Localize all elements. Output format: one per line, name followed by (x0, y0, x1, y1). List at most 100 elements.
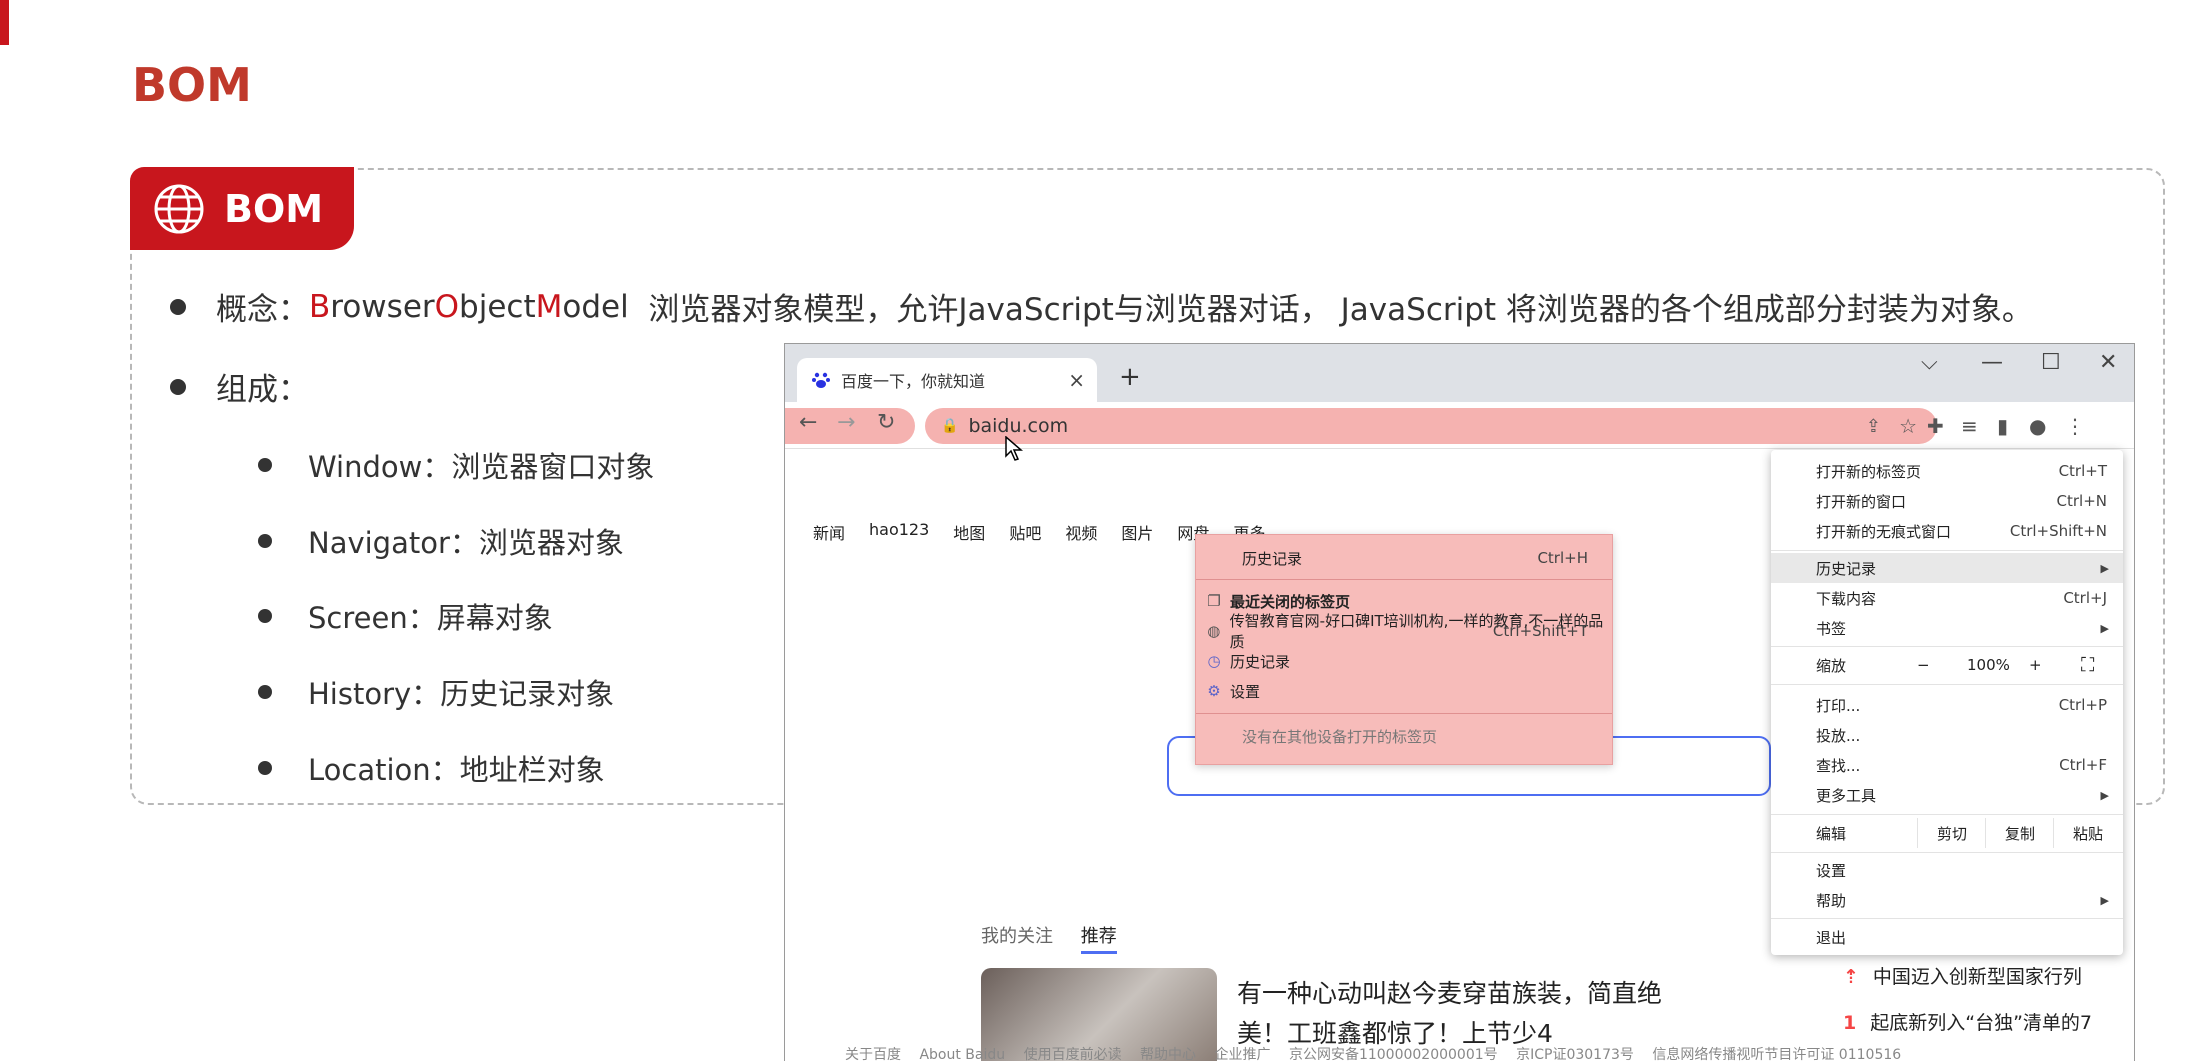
menu-label: 打开新的窗口 (1816, 492, 1907, 511)
footer-link[interactable]: 信息网络传播视听节目许可证 0110516 (1652, 1047, 1901, 1061)
bookmark-star-icon[interactable]: ☆ (1899, 414, 1917, 438)
footer-link[interactable]: About Baidu (919, 1047, 1005, 1061)
menu-label: 打开新的标签页 (1816, 462, 1922, 481)
minimize-icon[interactable]: — (1981, 350, 2003, 375)
reading-list-icon[interactable]: ≡ (1961, 414, 1978, 438)
history-item[interactable]: ◷ 历史记录 (1196, 646, 1612, 676)
menu-more-tools[interactable]: 更多工具 ▶ (1771, 780, 2123, 810)
submenu-arrow-icon: ▶ (2100, 621, 2109, 635)
zoom-out-button[interactable]: − (1917, 656, 1930, 674)
baidu-footer: 关于百度 About Baidu 使用百度前必读 帮助中心 企业推广 京公网安备… (845, 1044, 1915, 1061)
menu-label: 查找... (1816, 756, 1861, 775)
reload-icon[interactable]: ↻ (877, 410, 895, 435)
baidu-nav-news[interactable]: 新闻 (813, 520, 845, 544)
window-close-icon[interactable]: ✕ (2099, 350, 2117, 375)
no-devices-label: 没有在其他设备打开的标签页 (1242, 727, 1438, 746)
side-panel-icon[interactable]: ▮ (1997, 414, 2008, 438)
maximize-icon[interactable]: ☐ (2041, 350, 2061, 375)
corner-accent-bar (0, 0, 9, 45)
menu-help[interactable]: 帮助 ▶ (1771, 885, 2123, 915)
extensions-icon[interactable]: ✚ (1927, 414, 1944, 438)
component-item: History：历史记录对象 (258, 671, 614, 713)
footer-link[interactable]: 帮助中心 (1140, 1047, 1196, 1061)
gear-icon: ⚙ (1207, 682, 1221, 700)
share-icon[interactable]: ⇪ (1866, 416, 1881, 437)
menu-history[interactable]: 历史记录 ▶ (1771, 553, 2123, 583)
address-bar[interactable]: 🔒 baidu.com ⇪ ☆ (925, 408, 1937, 444)
bullet-dot (258, 458, 272, 472)
footer-link[interactable]: 使用百度前必读 (1024, 1047, 1122, 1061)
menu-find[interactable]: 查找... Ctrl+F (1771, 750, 2123, 780)
bullet-dot (258, 761, 272, 775)
more-menu-icon[interactable]: ⋮ (2065, 414, 2085, 438)
shortcut-label: Ctrl+J (2063, 589, 2107, 607)
menu-settings[interactable]: 设置 (1771, 855, 2123, 885)
shortcut-label: Ctrl+Shift+T (1492, 622, 1588, 640)
nav-buttons: ← → ↻ (785, 408, 915, 444)
hot-list-item[interactable]: ⇡ 中国迈入创新型国家行列 (1843, 962, 2082, 989)
copy-button[interactable]: 复制 (1985, 818, 2054, 848)
menu-label: 编辑 (1816, 824, 1847, 843)
menu-new-window[interactable]: 打开新的窗口 Ctrl+N (1771, 486, 2123, 516)
tab-recommend[interactable]: 推荐 (1080, 926, 1117, 954)
shortcut-label: Ctrl+T (2058, 462, 2107, 480)
concept-prefix: 概念： (216, 292, 309, 328)
back-arrow-icon[interactable]: ← (799, 410, 817, 435)
word-odel: odel (562, 288, 629, 325)
tab-my-follow[interactable]: 我的关注 (981, 926, 1053, 947)
profile-icon[interactable]: ● (2029, 414, 2046, 438)
hot-list-item[interactable]: 1 起底新列入“台独”清单的7 (1843, 1008, 2092, 1035)
menu-bookmarks[interactable]: 书签 ▶ (1771, 613, 2123, 643)
footer-link[interactable]: 京公网安备11000002000001号 (1289, 1047, 1498, 1061)
baidu-paw-icon (812, 372, 830, 388)
box-header: BOM (130, 167, 354, 250)
history-submenu-title[interactable]: 历史记录 Ctrl+H (1196, 543, 1612, 573)
baidu-nav-hao123[interactable]: hao123 (869, 520, 929, 544)
chrome-main-menu: 打开新的标签页 Ctrl+T 打开新的窗口 Ctrl+N 打开新的无痕式窗口 Ctrl… (1771, 450, 2123, 955)
paste-button[interactable]: 粘贴 (2053, 818, 2122, 848)
baidu-nav-video[interactable]: 视频 (1065, 520, 1097, 544)
menu-cast[interactable]: 投放... (1771, 720, 2123, 750)
baidu-nav-tieba[interactable]: 贴吧 (1009, 520, 1041, 544)
footer-link[interactable]: 京ICP证030173号 (1516, 1047, 1634, 1061)
baidu-nav-map[interactable]: 地图 (953, 520, 985, 544)
menu-label: 帮助 (1816, 891, 1847, 910)
menu-new-tab[interactable]: 打开新的标签页 Ctrl+T (1771, 456, 2123, 486)
hot-text: 中国迈入创新型国家行列 (1872, 966, 2082, 988)
new-tab-button[interactable]: + (1119, 362, 1141, 392)
menu-print[interactable]: 打印... Ctrl+P (1771, 690, 2123, 720)
bullet-dot (258, 685, 272, 699)
menu-exit[interactable]: 退出 (1771, 922, 2123, 952)
footer-link[interactable]: 关于百度 (845, 1047, 901, 1061)
menu-separator (1771, 814, 2123, 815)
tab-strip: 百度一下，你就知道 × + ⌵ — ☐ ✕ (785, 344, 2134, 402)
tab-search-dropdown-icon[interactable]: ⌵ (1921, 350, 1938, 375)
word-bject: bject (459, 288, 536, 325)
browser-window: 百度一下，你就知道 × + ⌵ — ☐ ✕ ← → ↻ 🔒 baidu.com … (784, 343, 2135, 1061)
menu-incognito[interactable]: 打开新的无痕式窗口 Ctrl+Shift+N (1771, 516, 2123, 546)
news-headline[interactable]: 有一种心动叫赵今麦穿苗族装，简直绝美！工班鑫都惊了！上节少4 (1237, 974, 1677, 1054)
bullet-dot (258, 609, 272, 623)
lock-icon: 🔒 (941, 418, 959, 434)
shortcut-label: Ctrl+F (2059, 756, 2107, 774)
bullet-dot (170, 378, 186, 395)
browser-tab-baidu[interactable]: 百度一下，你就知道 × (797, 358, 1097, 402)
forward-arrow-icon[interactable]: → (837, 410, 855, 435)
footer-link[interactable]: 企业推广 (1215, 1047, 1271, 1061)
cut-button[interactable]: 剪切 (1917, 818, 1986, 848)
bullet-dot (170, 298, 186, 315)
menu-label: 缩放 (1816, 656, 1847, 675)
concept-description: 浏览器对象模型，允许JavaScript与浏览器对话， JavaScript 将… (628, 292, 2033, 328)
fullscreen-icon[interactable]: ⛶ (2081, 654, 2094, 676)
menu-label: 投放... (1816, 726, 1861, 745)
baidu-nav-image[interactable]: 图片 (1121, 520, 1153, 544)
zoom-in-button[interactable]: + (2029, 656, 2042, 674)
recent-site-item[interactable]: ◍ 传智教育官网-好口碑IT培训机构,一样的教育,不一样的品质 Ctrl+Shi… (1196, 612, 1612, 651)
close-icon[interactable]: × (1068, 368, 1085, 392)
menu-separator (1771, 646, 2123, 647)
settings-item[interactable]: ⚙ 设置 (1196, 676, 1612, 706)
hot-text: 起底新列入“台独”清单的7 (1870, 1012, 2093, 1034)
menu-downloads[interactable]: 下载内容 Ctrl+J (1771, 583, 2123, 613)
mouse-cursor-icon (1005, 436, 1023, 461)
url-text: baidu.com (968, 415, 1069, 437)
